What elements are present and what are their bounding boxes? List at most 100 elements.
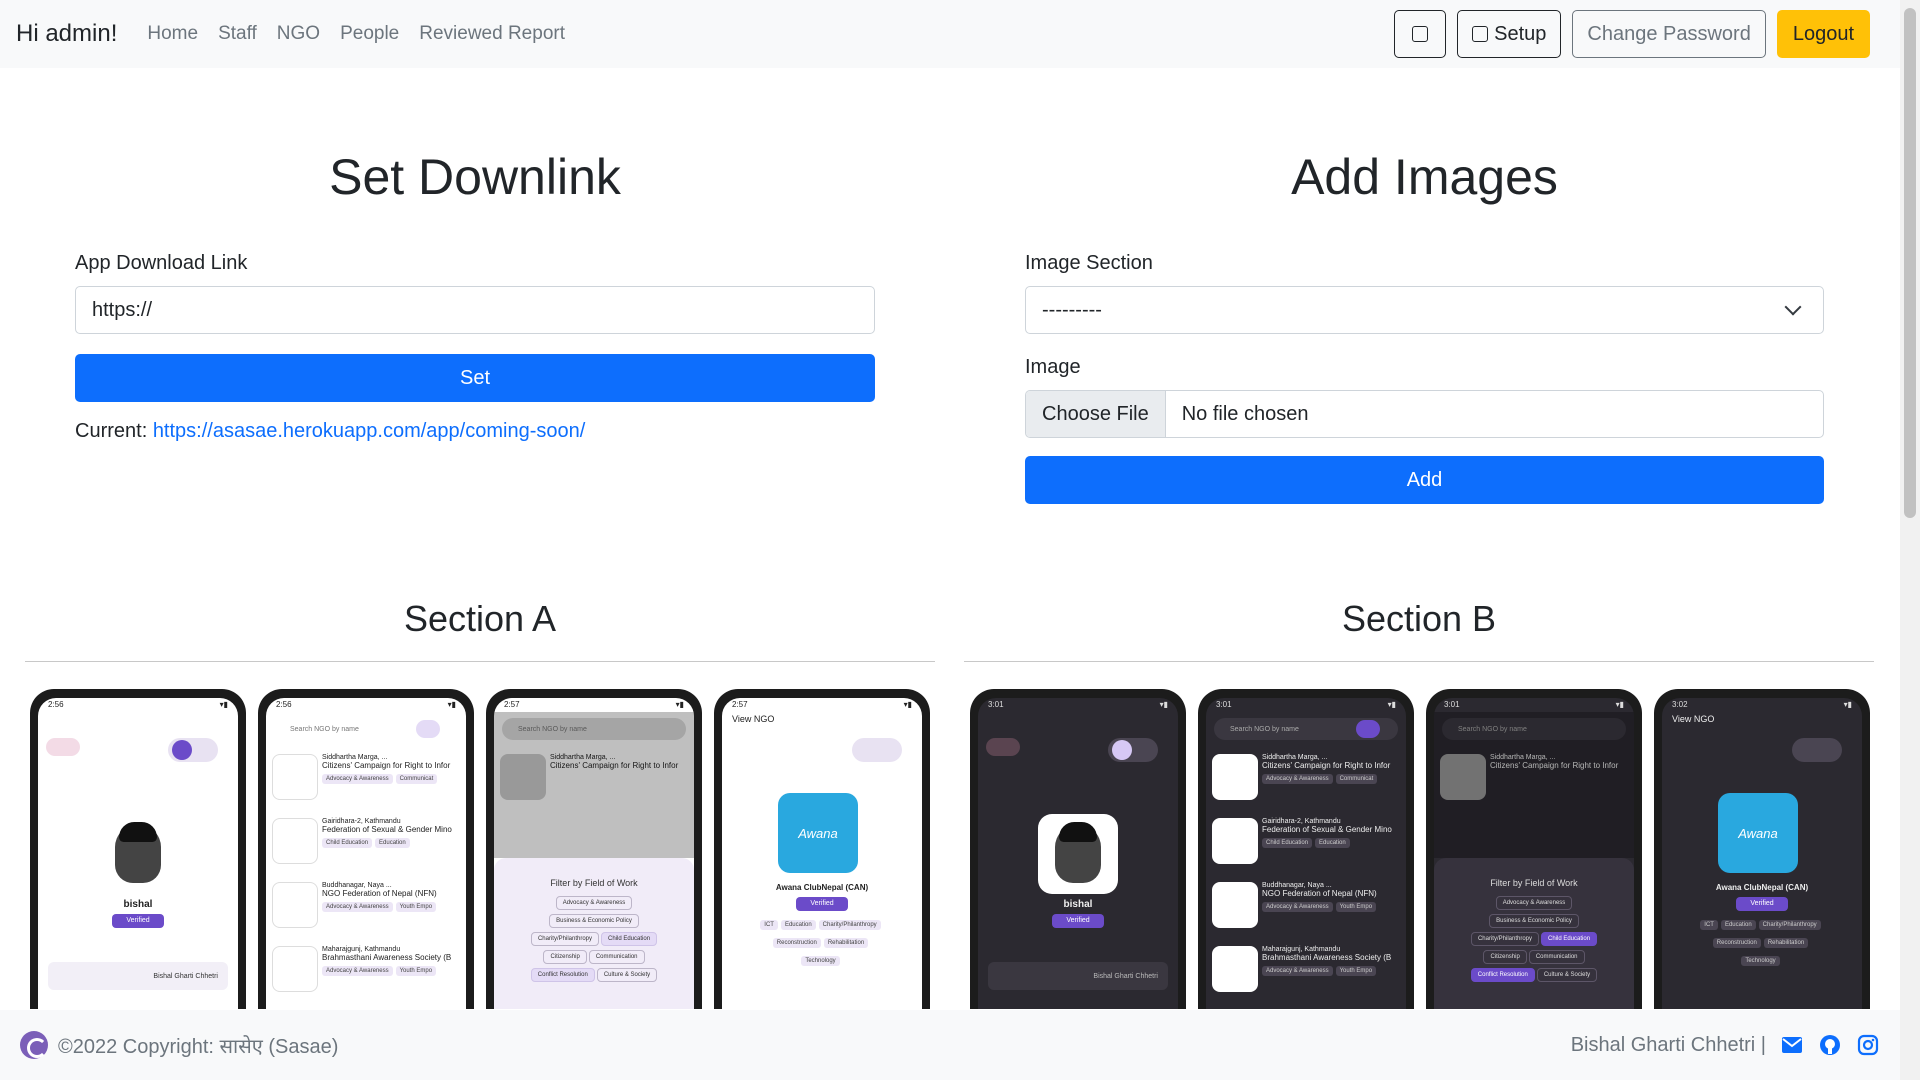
footer: ©2022 Copyright: सासेए (Sasae) Bishal Gh… — [0, 1010, 1900, 1080]
ngo-logo — [1212, 818, 1258, 864]
full-name-row: Bishal Gharti Chhetri — [48, 962, 228, 990]
page-scrollbar[interactable] — [1900, 0, 1920, 1080]
nav-link-reviewed-report[interactable]: Reviewed Report — [419, 23, 565, 45]
toggle-pill — [1792, 738, 1842, 762]
copyright-text: ©2022 Copyright: सासेए (Sasae) — [58, 1035, 339, 1058]
chip: Communication — [588, 950, 645, 964]
image-file-input[interactable]: Choose File No file chosen — [1025, 390, 1824, 438]
top-navbar: Hi admin! Home Staff NGO People Reviewed… — [0, 0, 1900, 68]
status-bar: 2:57 ▾▮ — [504, 700, 684, 709]
download-link-input[interactable]: https:// — [75, 286, 875, 334]
chip-selected: Conflict Resolution — [1470, 968, 1535, 982]
ngo-logo — [272, 946, 318, 992]
brand-greeting[interactable]: Hi admin! — [16, 20, 117, 48]
phone-screen: 2:56 ▾▮ bishal Verified Bishal Gharti Chh… — [38, 698, 238, 1009]
screenshot-profile-dark[interactable]: 3:01 ▾▮ bishal Verified Bishal Gharti Chh… — [970, 689, 1186, 1009]
add-button[interactable]: Add — [1025, 456, 1824, 504]
ngo-list-item: Buddhanagar, Naya ... NGO Federation of N… — [1212, 876, 1406, 936]
phone-screen: 2:56 ▾▮ Search NGO by name Siddhartha Mar… — [266, 698, 466, 1009]
filter-icon — [416, 720, 440, 738]
screenshot-view-ngo-dark[interactable]: 3:02 ▾▮ View NGO Awana Awana ClubNepal (C… — [1654, 689, 1870, 1009]
ngo-tags: ICT Education Charity/Philanthropy Reconst… — [722, 913, 922, 967]
downlink-title: Set Downlink — [329, 149, 621, 205]
nav-actions: Setup Change Password Logout — [1394, 10, 1884, 58]
github-icon[interactable] — [1818, 1033, 1842, 1057]
nav-link-staff[interactable]: Staff — [218, 23, 257, 45]
full-name-row: Bishal Gharti Chhetri — [988, 962, 1168, 990]
filter-sheet: Filter by Field of Work Advocacy & Aware… — [494, 858, 694, 1009]
image-section-label: Image Section — [1025, 252, 1153, 274]
scrollbar-thumb[interactable] — [1904, 8, 1916, 518]
screenshot-filter-dark[interactable]: 3:01 ▾▮ Search NGO by name Siddhartha Mar… — [1426, 689, 1642, 1009]
verified-badge: Verified — [1052, 914, 1104, 928]
verified-badge: Verified — [1736, 897, 1788, 911]
chip-selected: Child Education — [601, 932, 658, 946]
ngo-name: Awana ClubNepal (CAN) — [775, 883, 869, 892]
ngo-list-item: Buddhanagar, Naya ... NGO Federation of N… — [272, 876, 466, 936]
screenshot-view-ngo-light[interactable]: 2:57 ▾▮ View NGO Awana Awana ClubNepal (C… — [714, 689, 930, 1009]
set-button[interactable]: Set — [75, 354, 875, 402]
awana-logo: Awana — [1718, 793, 1798, 873]
chip: Communication — [1528, 950, 1585, 964]
mail-icon[interactable] — [1780, 1033, 1804, 1057]
current-label: Current: — [75, 420, 148, 442]
screenshot-ngo-list-dark[interactable]: 3:01 ▾▮ Search NGO by name Siddhartha Mar… — [1198, 689, 1414, 1009]
downlink-panel: Set Downlink App Download Link https:// … — [75, 68, 875, 443]
logout-button[interactable]: Logout — [1776, 10, 1870, 58]
phone-screen: 3:02 ▾▮ View NGO Awana Awana ClubNepal (C… — [1662, 698, 1862, 1009]
chip: Charity/Philanthropy — [530, 932, 599, 946]
screenshot-filter-light[interactable]: 2:57 ▾▮ Search NGO by name Siddhartha Mar… — [486, 689, 702, 1009]
chip-selected: Child Education — [1541, 932, 1598, 946]
nav-link-home[interactable]: Home — [147, 23, 198, 45]
face-photo — [1055, 822, 1101, 883]
person-icon — [986, 738, 1020, 756]
change-password-button[interactable]: Change Password — [1572, 10, 1766, 58]
verified-badge: Verified — [796, 897, 848, 911]
phone-screen: 3:01 ▾▮ bishal Verified Bishal Gharti Chh… — [978, 698, 1178, 1009]
current-link[interactable]: https://asasae.herokuapp.com/app/coming-… — [153, 420, 585, 442]
setup-button[interactable]: Setup — [1457, 10, 1562, 58]
avatar — [1038, 814, 1118, 894]
chip: Business & Economic Policy — [549, 914, 639, 928]
verified-badge: Verified — [112, 914, 164, 928]
choose-file-button[interactable]: Choose File — [1026, 391, 1166, 437]
dim-overlay — [1434, 712, 1634, 858]
dim-overlay — [494, 712, 694, 858]
status-bar: 2:56 ▾▮ — [276, 700, 456, 709]
ngo-tags: ICT Education Charity/Philanthropy Reconst… — [1662, 913, 1862, 967]
filter-title: Filter by Field of Work — [1490, 878, 1578, 888]
phone-screen: 3:01 ▾▮ Search NGO by name Siddhartha Mar… — [1434, 698, 1634, 1009]
square-icon — [1412, 26, 1429, 42]
ngo-list-item: Gairidhara-2, Kathmandu Federation of Sex… — [1212, 812, 1406, 872]
nav-link-people[interactable]: People — [340, 23, 399, 45]
footer-right: Bishal Gharti Chhetri | — [1571, 1033, 1880, 1057]
filter-title: Filter by Field of Work — [550, 878, 638, 888]
ngo-list-item: Siddhartha Marga, ... Citizens' Campaign … — [1212, 748, 1406, 808]
image-section-select[interactable]: --------- — [1025, 286, 1824, 334]
filter-sheet: Filter by Field of Work Advocacy & Aware… — [1434, 858, 1634, 1009]
phone-screen: 2:57 ▾▮ View NGO Awana Awana ClubNepal (C… — [722, 698, 922, 1009]
status-bar: 3:02 ▾▮ — [1672, 700, 1852, 709]
screenshot-profile-light[interactable]: 2:56 ▾▮ bishal Verified Bishal Gharti Chh… — [30, 689, 246, 1009]
file-status: No file chosen — [1181, 402, 1309, 425]
chevron-down-icon — [1784, 298, 1802, 316]
chip: Business & Economic Policy — [1489, 914, 1579, 928]
section-a-title: Section A — [403, 598, 557, 639]
download-link-label: App Download Link — [75, 252, 248, 274]
instagram-icon[interactable] — [1856, 1033, 1880, 1057]
ngo-text: Buddhanagar, Naya ... NGO Federation of N… — [1262, 882, 1377, 912]
nav-link-ngo[interactable]: NGO — [277, 23, 320, 45]
current-link-row: Current: https://asasae.herokuapp.com/ap… — [75, 420, 875, 443]
ngo-text: Siddhartha Marga, ... Citizens' Campaign … — [322, 754, 451, 784]
theme-toggle-button[interactable] — [1394, 10, 1447, 58]
ngo-logo — [272, 882, 318, 928]
ngo-name: Awana ClubNepal (CAN) — [1715, 883, 1809, 892]
awana-logo: Awana — [778, 793, 858, 873]
phone-screen: 3:01 ▾▮ Search NGO by name Siddhartha Mar… — [1206, 698, 1406, 1009]
section-b-divider — [964, 661, 1874, 662]
image-label: Image — [1025, 356, 1081, 378]
image-section-value: --------- — [1042, 298, 1102, 321]
ngo-text: Buddhanagar, Naya ... NGO Federation of N… — [322, 882, 437, 912]
person-icon — [46, 738, 80, 756]
screenshot-ngo-list-light[interactable]: 2:56 ▾▮ Search NGO by name Siddhartha Mar… — [258, 689, 474, 1009]
